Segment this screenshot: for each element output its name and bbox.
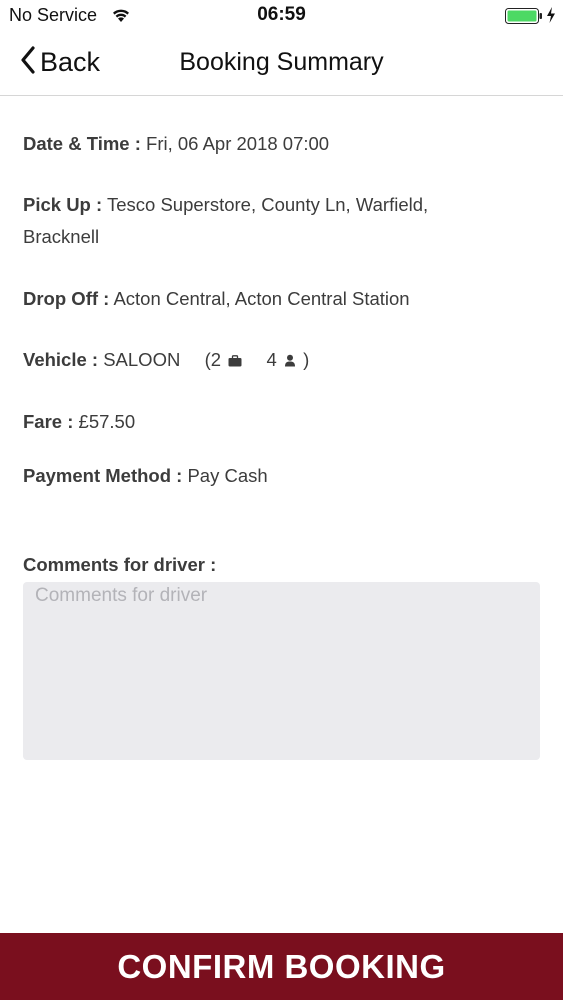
datetime-row: Date & Time : Fri, 06 Apr 2018 07:00 [23,128,503,160]
fare-row: Fare : £57.50 [23,406,503,438]
page-title: Booking Summary [179,48,384,76]
vehicle-value: SALOON [103,349,181,370]
clock: 06:59 [257,4,306,25]
dropoff-value: Acton Central, Acton Central Station [113,288,410,309]
battery-icon [505,8,543,30]
confirm-booking-button[interactable]: CONFIRM BOOKING [0,933,563,1000]
vehicle-row: Vehicle : SALOON (2 4 ) [23,344,503,377]
fare-label: Fare : [23,411,74,432]
navigation-bar: Back Booking Summary [0,32,563,96]
status-bar: No Service 06:59 [0,0,563,32]
comments-textarea[interactable] [23,582,540,760]
person-icon [284,345,296,377]
fare-value: £57.50 [78,411,136,432]
payment-value: Pay Cash [187,465,268,486]
dropoff-label: Drop Off : [23,288,110,309]
datetime-label: Date & Time : [23,133,141,154]
pickup-row: Pick Up : Tesco Superstore, County Ln, W… [23,189,503,253]
pickup-label: Pick Up : [23,194,103,215]
luggage-count: (2 [204,349,222,370]
passenger-count: 4 [266,349,277,370]
comments-label: Comments for driver : [23,554,217,575]
briefcase-icon [228,345,242,377]
datetime-value: Fri, 06 Apr 2018 07:00 [146,133,330,154]
booking-summary-screen: No Service 06:59 Back Booking Summary Da… [0,0,563,1000]
vehicle-label: Vehicle : [23,349,99,370]
dropoff-row: Drop Off : Acton Central, Acton Central … [23,283,503,315]
charging-icon [546,6,556,29]
payment-label: Payment Method : [23,465,183,486]
vehicle-close-paren: ) [303,349,310,370]
payment-row: Payment Method : Pay Cash [23,460,503,492]
